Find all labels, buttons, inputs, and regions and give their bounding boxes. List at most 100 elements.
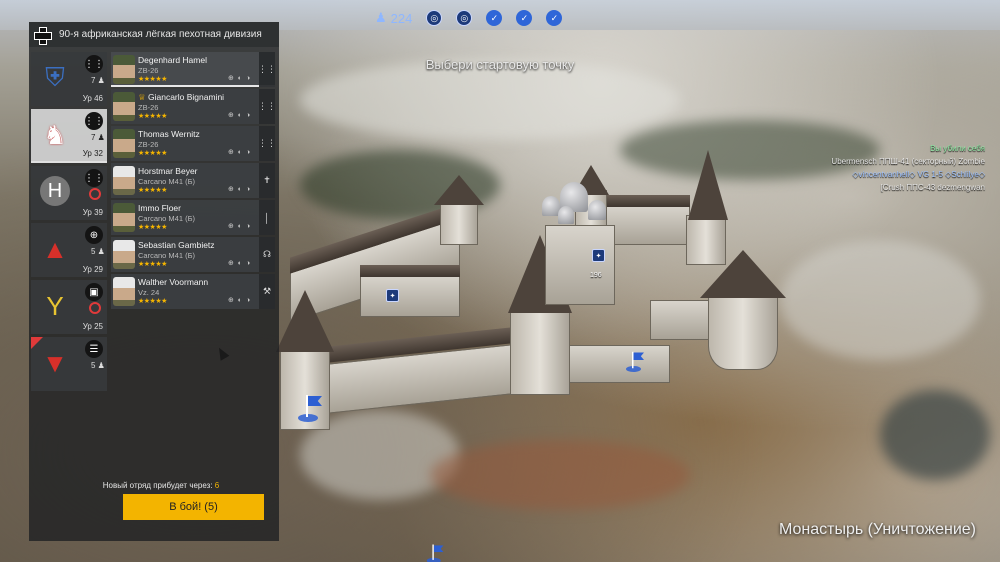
to-battle-button[interactable]: В бой! (5)	[123, 494, 264, 520]
soldiers-icon: ♟	[375, 10, 387, 25]
soldier-gear: ⊕ ◐ ◑	[228, 75, 252, 82]
soldier-stars: ★★★★★	[138, 113, 167, 120]
squad-card[interactable]: ▲ ⊕ 5 ♟ Ур 29	[31, 223, 107, 277]
soldier-portrait	[113, 55, 135, 84]
soldier-name: ♕ Giancarlo Bignamini	[138, 92, 225, 102]
soldier-card[interactable]: Thomas Wernitz ZB-26 ★★★★★ ⊕ ◐ ◑ ⋮⋮	[111, 126, 276, 161]
vehicle-icon: ▣	[85, 283, 103, 301]
squad-card[interactable]: H ⋮⋮ Ур 39	[31, 166, 107, 220]
soldier-name: Sebastian Gambietz	[138, 240, 215, 250]
soldier-portrait	[113, 240, 135, 269]
soldier-portrait	[113, 129, 135, 158]
h-emblem-icon: H	[40, 176, 70, 206]
soldier-name: Degenhard Hamel	[138, 55, 207, 65]
check-icon: ✓	[546, 10, 563, 26]
soldier-weapon: Vz. 24	[138, 288, 160, 297]
soldier-stars: ★★★★★	[138, 224, 167, 231]
squad-selection-panel: 90-я африканская лёгкая пехотная дивизия…	[29, 22, 279, 541]
soldier-gear: ⊕ ◐ ◑	[228, 149, 252, 156]
soldier-card[interactable]: Immo Floer Carcano M41 (Б) ★★★★★ ⊕ ◐ ◑ │	[111, 200, 275, 235]
soldier-stars: ★★★★★	[138, 298, 167, 305]
spawn-point-flag[interactable]	[426, 544, 447, 562]
division-title: 90-я африканская лёгкая пехотная дивизия	[59, 29, 262, 40]
soldier-gear: ⊕ ◐ ◑	[228, 112, 252, 119]
officer-icon: ♕	[138, 92, 146, 102]
soldier-weapon: ZB-26	[138, 66, 159, 75]
map-title: Монастырь (Уничтожение)	[779, 521, 976, 538]
soldier-stars: ★★★★★	[138, 187, 167, 194]
infantry-icon: ⋮⋮	[84, 112, 104, 130]
squad-level: Ур 39	[82, 208, 103, 217]
soldier-name: Walther Voormann	[138, 277, 209, 287]
soldier-name: Horstmar Beyer	[138, 166, 198, 176]
squad-card[interactable]: ▼ ☰ 5 ♟	[31, 337, 107, 391]
soldier-card[interactable]: Sebastian Gambietz Carcano M41 (Б) ★★★★★…	[111, 237, 275, 272]
soldier-stars: ★★★★★	[138, 150, 167, 157]
mg-icon: ⋮⋮	[258, 126, 276, 161]
shield-eagle-icon: ⛨	[45, 62, 65, 92]
infantry-icon: ⋮⋮	[84, 55, 104, 73]
squad-level: Ур 46	[82, 94, 103, 103]
yellow-fork-icon: Y	[46, 290, 64, 321]
soldier-card[interactable]: Horstmar Beyer Carcano M41 (Б) ★★★★★ ⊕ ◐…	[111, 163, 275, 198]
spawn-point-flag[interactable]	[298, 395, 326, 425]
soldier-weapon: ZB-26	[138, 140, 159, 149]
soldier-stars: ★★★★★	[138, 76, 167, 83]
spawn-point-flag[interactable]	[626, 351, 647, 375]
red-triangle-icon: ▲	[42, 233, 68, 264]
soldier-portrait	[113, 277, 135, 306]
squad-card[interactable]: Y ▣ Ур 25	[31, 280, 107, 334]
soldier-weapon: Carcano M41 (Б)	[138, 177, 196, 186]
squad-card[interactable]: ⛨ ⋮⋮ 7 ♟ Ур 46	[31, 52, 107, 106]
objectives-bar: ♟ 224 ◎ ◎ ✓ ✓ ✓	[375, 8, 563, 28]
medic-icon: ✝	[259, 163, 275, 198]
blocked-icon	[89, 302, 101, 314]
soldier-name: Thomas Wernitz	[138, 129, 200, 139]
wrench-icon: ⚒	[259, 274, 275, 309]
river	[880, 390, 990, 480]
soldier-portrait	[113, 166, 135, 195]
squad-card[interactable]: ♞ ⋮⋮ 7 ♟ Ур 32	[31, 109, 107, 163]
soldier-name: Immo Floer	[138, 203, 181, 213]
check-icon: ✓	[486, 10, 503, 26]
soldier-gear: ⊕ ◐ ◑	[228, 186, 252, 193]
squad-level: Ур 29	[82, 265, 103, 274]
soldier-card[interactable]: ♕ Giancarlo Bignamini ZB-26 ★★★★★ ⊕ ◐ ◑ …	[111, 89, 276, 124]
target-icon: ◎	[426, 10, 443, 26]
soldier-weapon: ZB-26	[138, 103, 159, 112]
capture-point-distance: 196	[590, 272, 602, 279]
field-patch	[430, 440, 690, 510]
squad-level: Ур 32	[82, 149, 103, 158]
soldier-gear: ⊕ ◐ ◑	[228, 260, 252, 267]
squad-count: 5 ♟	[91, 247, 105, 256]
squad-count: 5 ♟	[91, 361, 105, 370]
squad-level: Ур 25	[82, 322, 103, 331]
soldier-portrait	[113, 203, 135, 232]
crosshair-icon: ⊕	[85, 226, 103, 244]
blocked-icon	[89, 188, 101, 200]
kill-feed: Вы убили себя Ubermensch ППШ-41 (секторн…	[785, 142, 985, 194]
soldier-portrait	[113, 92, 135, 121]
infantry-icon: ⋮⋮	[84, 169, 104, 187]
squad-list: ⛨ ⋮⋮ 7 ♟ Ур 46 ♞ ⋮⋮ 7 ♟ Ур 32 H ⋮⋮ Ур 39…	[31, 52, 107, 394]
soldier-gear: ⊕ ◐ ◑	[228, 223, 252, 230]
red-wings-icon: ▼	[42, 347, 68, 378]
mg-icon: ⋮⋮	[258, 52, 276, 87]
soldier-card[interactable]: Degenhard Hamel ZB-26 ★★★★★ ⊕ ◐ ◑ ⋮⋮	[111, 52, 276, 87]
mg-icon: ⋮⋮	[258, 89, 276, 124]
soldier-weapon: Carcano M41 (Б)	[138, 214, 196, 223]
squad-count: 7 ♟	[91, 76, 105, 85]
radio-icon: ☊	[259, 237, 275, 272]
soldier-weapon: Carcano M41 (Б)	[138, 251, 196, 260]
iron-cross-icon	[33, 26, 52, 45]
white-figure-icon: ♞	[43, 119, 67, 150]
clipboard-icon: ☰	[85, 340, 103, 358]
snow-patch	[780, 240, 980, 360]
soldier-card[interactable]: Walther Voormann Vz. 24 ★★★★★ ⊕ ◐ ◑ ⚒	[111, 274, 275, 309]
target-icon: ◎	[456, 10, 473, 26]
division-header: 90-я африканская лёгкая пехотная дивизия	[29, 22, 279, 47]
squad-count: 7 ♟	[91, 133, 105, 142]
capture-point-icon[interactable]: ✦	[386, 289, 399, 302]
snow-patch	[300, 60, 680, 140]
capture-point-icon[interactable]: ✦	[592, 249, 605, 262]
